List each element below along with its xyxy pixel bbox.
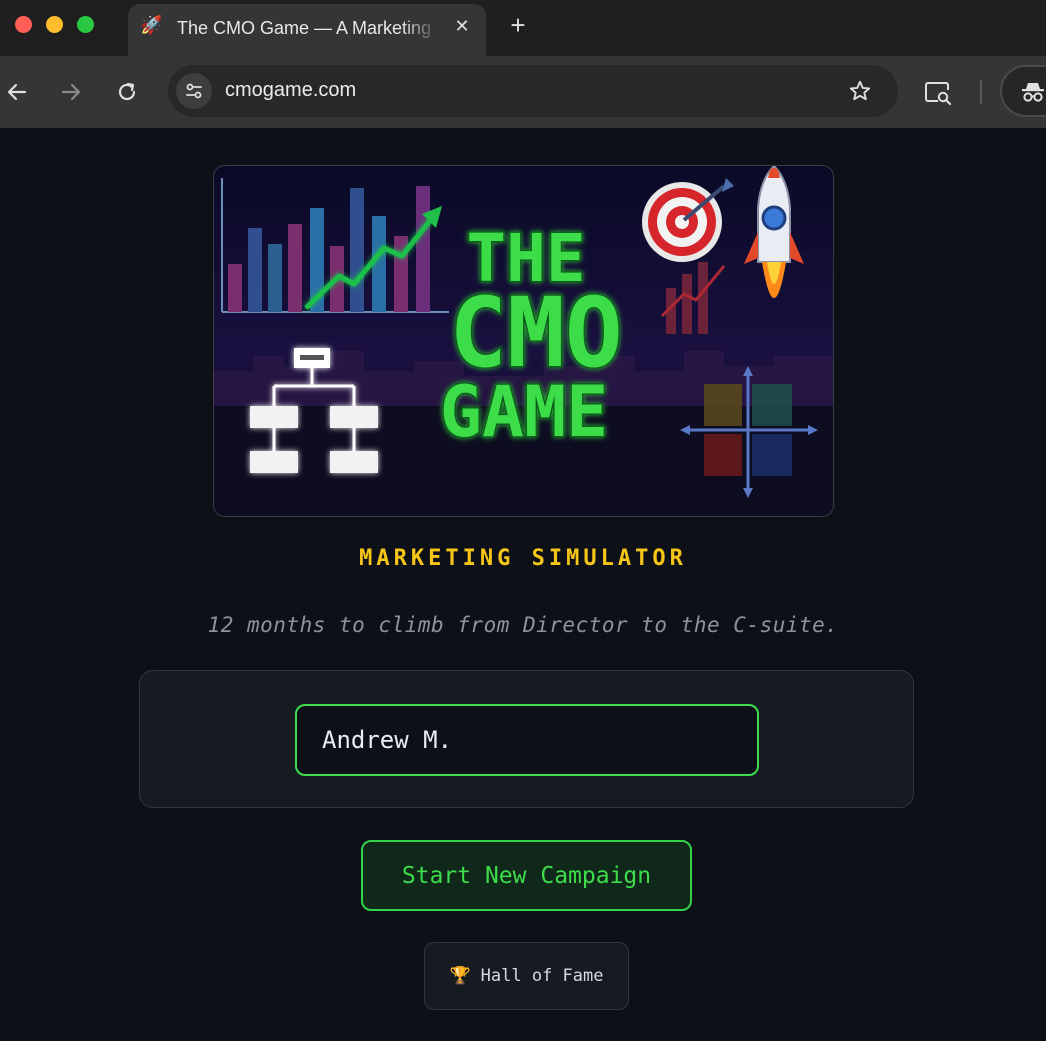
rocket-favicon-icon: 🚀 bbox=[140, 15, 163, 35]
trophy-icon: 🏆 bbox=[449, 966, 471, 986]
player-name-input[interactable] bbox=[295, 704, 759, 776]
url-text[interactable]: cmogame.com bbox=[225, 79, 356, 102]
incognito-profile-button[interactable] bbox=[1000, 65, 1046, 117]
tab-title: The CMO Game — A Marketing Simulator bbox=[177, 18, 439, 38]
start-new-campaign-button[interactable]: Start New Campaign bbox=[361, 840, 692, 911]
player-name-card bbox=[139, 670, 914, 808]
browser-toolbar: cmogame.com bbox=[0, 56, 1046, 128]
hero-title-line-3: GAME bbox=[440, 371, 609, 453]
bookmark-star-icon[interactable] bbox=[846, 77, 874, 105]
hall-of-fame-label: Hall of Fame bbox=[480, 966, 604, 986]
toolbar-divider bbox=[980, 80, 982, 104]
address-bar[interactable]: cmogame.com bbox=[168, 65, 898, 117]
forward-arrow-icon[interactable] bbox=[55, 76, 87, 108]
google-lens-icon[interactable] bbox=[922, 78, 954, 108]
tagline: 12 months to climb from Director to the … bbox=[207, 613, 839, 637]
maximize-window-button[interactable] bbox=[77, 16, 94, 33]
hall-of-fame-button[interactable]: 🏆 Hall of Fame bbox=[424, 942, 629, 1010]
back-arrow-icon[interactable] bbox=[1, 76, 33, 108]
minimize-window-button[interactable] bbox=[46, 16, 63, 33]
new-tab-button[interactable]: + bbox=[502, 10, 534, 42]
cmo-game-hero-image: THE CMO GAME bbox=[213, 165, 834, 517]
reload-icon[interactable] bbox=[111, 76, 143, 108]
site-settings-icon[interactable] bbox=[176, 73, 212, 109]
tab-close-icon[interactable]: ✕ bbox=[450, 14, 474, 38]
incognito-icon bbox=[1020, 80, 1046, 109]
close-window-button[interactable] bbox=[15, 16, 32, 33]
subtitle: MARKETING SIMULATOR bbox=[359, 546, 687, 571]
start-new-campaign-label: Start New Campaign bbox=[401, 862, 652, 889]
browser-tab-bar: 🚀 The CMO Game — A Marketing Simulator ✕… bbox=[0, 0, 1046, 56]
browser-tab[interactable]: 🚀 The CMO Game — A Marketing Simulator ✕ bbox=[128, 4, 486, 56]
